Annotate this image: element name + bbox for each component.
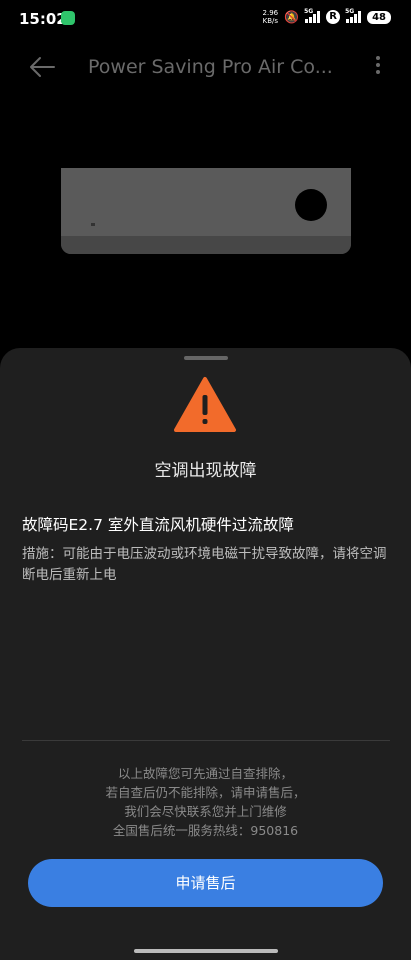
note-line: 若自查后仍不能排除，请申请售后， bbox=[105, 785, 306, 800]
note-line: 我们会尽快联系您并上门维修 bbox=[124, 804, 287, 819]
self-check-notes: 以上故障您可先通过自查排除， 若自查后仍不能排除，请申请售后， 我们会尽快联系您… bbox=[0, 764, 411, 840]
fault-code-text: 故障码E2.7 室外直流风机硬件过流故障 bbox=[22, 516, 294, 534]
network-speed: 2.96 KB/s bbox=[263, 9, 279, 25]
status-icons: 2.96 KB/s 🔕 5G R 5G 48 bbox=[263, 8, 391, 25]
fault-title: 空调出现故障 bbox=[154, 461, 257, 481]
status-bar: 15:02 2.96 KB/s 🔕 5G R 5G 48 bbox=[0, 0, 411, 38]
fault-measure-text: 措施：可能由于电压波动或环境电磁干扰导致故障，请将空调断电后重新上电 bbox=[22, 546, 387, 583]
home-indicator[interactable] bbox=[134, 949, 278, 953]
signal-icon-1: 5G bbox=[304, 8, 321, 23]
page-title: Power Saving Pro Air Co... bbox=[88, 56, 333, 78]
network-type-2: 5G bbox=[345, 8, 355, 15]
service-hotline: 全国售后统一服务热线：950816 bbox=[112, 823, 299, 838]
app-bar: Power Saving Pro Air Co... bbox=[0, 44, 411, 90]
mute-icon: 🔕 bbox=[284, 10, 300, 24]
warning-icon bbox=[174, 377, 236, 432]
network-speed-unit: KB/s bbox=[262, 17, 279, 25]
note-line: 以上故障您可先通过自查排除， bbox=[117, 766, 293, 781]
apply-after-sales-button[interactable]: 申请售后 bbox=[28, 859, 383, 907]
divider bbox=[22, 740, 390, 741]
sheet-drag-handle[interactable] bbox=[184, 356, 228, 360]
network-speed-value: 2.96 bbox=[262, 9, 279, 17]
air-conditioner-image bbox=[61, 168, 351, 254]
back-arrow-icon[interactable] bbox=[28, 56, 56, 78]
status-time: 15:02 bbox=[19, 10, 67, 28]
ac-display-panel bbox=[295, 189, 327, 221]
more-options-icon[interactable] bbox=[375, 56, 381, 78]
battery-icon: 48 bbox=[367, 10, 391, 24]
network-type-1: 5G bbox=[304, 8, 314, 15]
fault-bottom-sheet: 空调出现故障 故障码E2.7 室外直流风机硬件过流故障 措施：可能由于电压波动或… bbox=[0, 348, 411, 960]
app-notification-icon bbox=[61, 11, 75, 25]
roaming-badge: R bbox=[326, 10, 341, 24]
signal-icon-2: 5G bbox=[345, 8, 362, 23]
